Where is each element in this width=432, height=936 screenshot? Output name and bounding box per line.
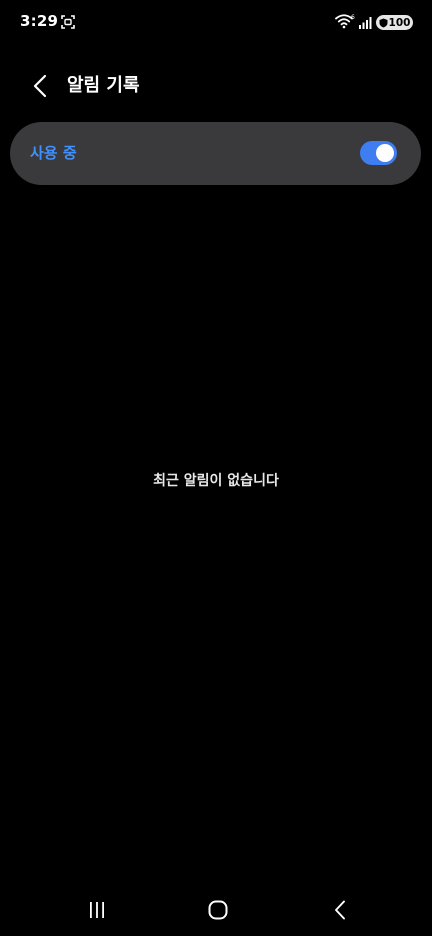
battery-icon: 100 [376, 15, 413, 30]
screenshot-icon [61, 14, 75, 29]
recents-button[interactable] [77, 894, 117, 926]
page-title: 알림 기록 [67, 75, 140, 96]
nav-back-button[interactable] [320, 894, 360, 926]
home-button[interactable] [198, 894, 238, 926]
back-button[interactable] [26, 72, 54, 100]
status-bar: 3:29 6 100 [0, 0, 432, 44]
home-icon [208, 900, 228, 920]
battery-level: 100 [388, 16, 411, 29]
toggle-knob [376, 144, 394, 162]
signal-icon [358, 15, 372, 29]
app-header: 알림 기록 [0, 66, 432, 106]
navigation-bar [0, 884, 432, 936]
chevron-left-icon [33, 74, 47, 98]
master-switch-label: 사용 중 [30, 144, 77, 162]
master-switch-card[interactable]: 사용 중 [10, 122, 421, 185]
recents-icon [90, 902, 104, 918]
wifi-badge: 6 [351, 14, 355, 21]
battery-shield-icon [379, 18, 388, 27]
wifi-icon: 6 [335, 13, 355, 29]
master-toggle[interactable] [360, 141, 397, 165]
back-icon [335, 900, 345, 920]
empty-state-message: 최근 알림이 없습니다 [153, 473, 279, 489]
status-time: 3:29 [20, 12, 59, 30]
